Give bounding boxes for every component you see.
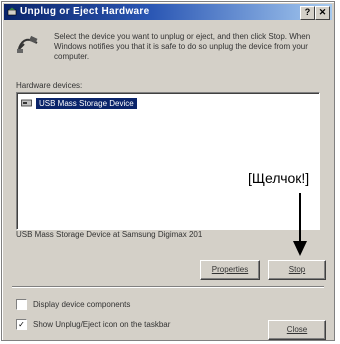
properties-label: Properties [211,265,249,274]
hardware-devices-list[interactable]: USB Mass Storage Device [16,92,320,230]
divider [12,286,324,288]
usb-storage-icon [21,99,32,107]
display-components-label: Display device components [33,299,131,309]
show-icon-label: Show Unplug/Eject icon on the taskbar [33,319,171,329]
window-title: Unplug or Eject Hardware [20,6,150,17]
show-icon-checkbox[interactable]: ✓ [16,318,27,330]
help-button[interactable]: ? [300,6,315,20]
display-components-checkbox[interactable] [16,298,27,310]
device-status-text: USB Mass Storage Device at Samsung Digim… [16,230,203,239]
properties-button[interactable]: Properties [200,260,260,280]
click-annotation: [Щелчок!] [247,170,311,186]
hardware-devices-label: Hardware devices: [16,81,83,90]
display-components-row[interactable]: Display device components [16,298,130,310]
close-button[interactable]: Close [268,320,326,340]
close-window-button[interactable]: ✕ [315,6,330,20]
show-icon-row[interactable]: ✓ Show Unplug/Eject icon on the taskbar [16,318,170,330]
arrow-down-icon [293,193,307,256]
eject-hardware-icon [7,7,17,16]
device-name: USB Mass Storage Device [36,97,137,109]
list-item[interactable]: USB Mass Storage Device [21,97,137,109]
close-label: Close [286,325,308,334]
stop-button[interactable]: Stop [268,260,326,280]
unplug-device-icon [17,35,38,53]
instruction-text: Select the device you want to unplug or … [54,32,311,61]
title-bar: Unplug or Eject Hardware ? ✕ [4,4,332,20]
stop-label: Stop [288,265,306,274]
